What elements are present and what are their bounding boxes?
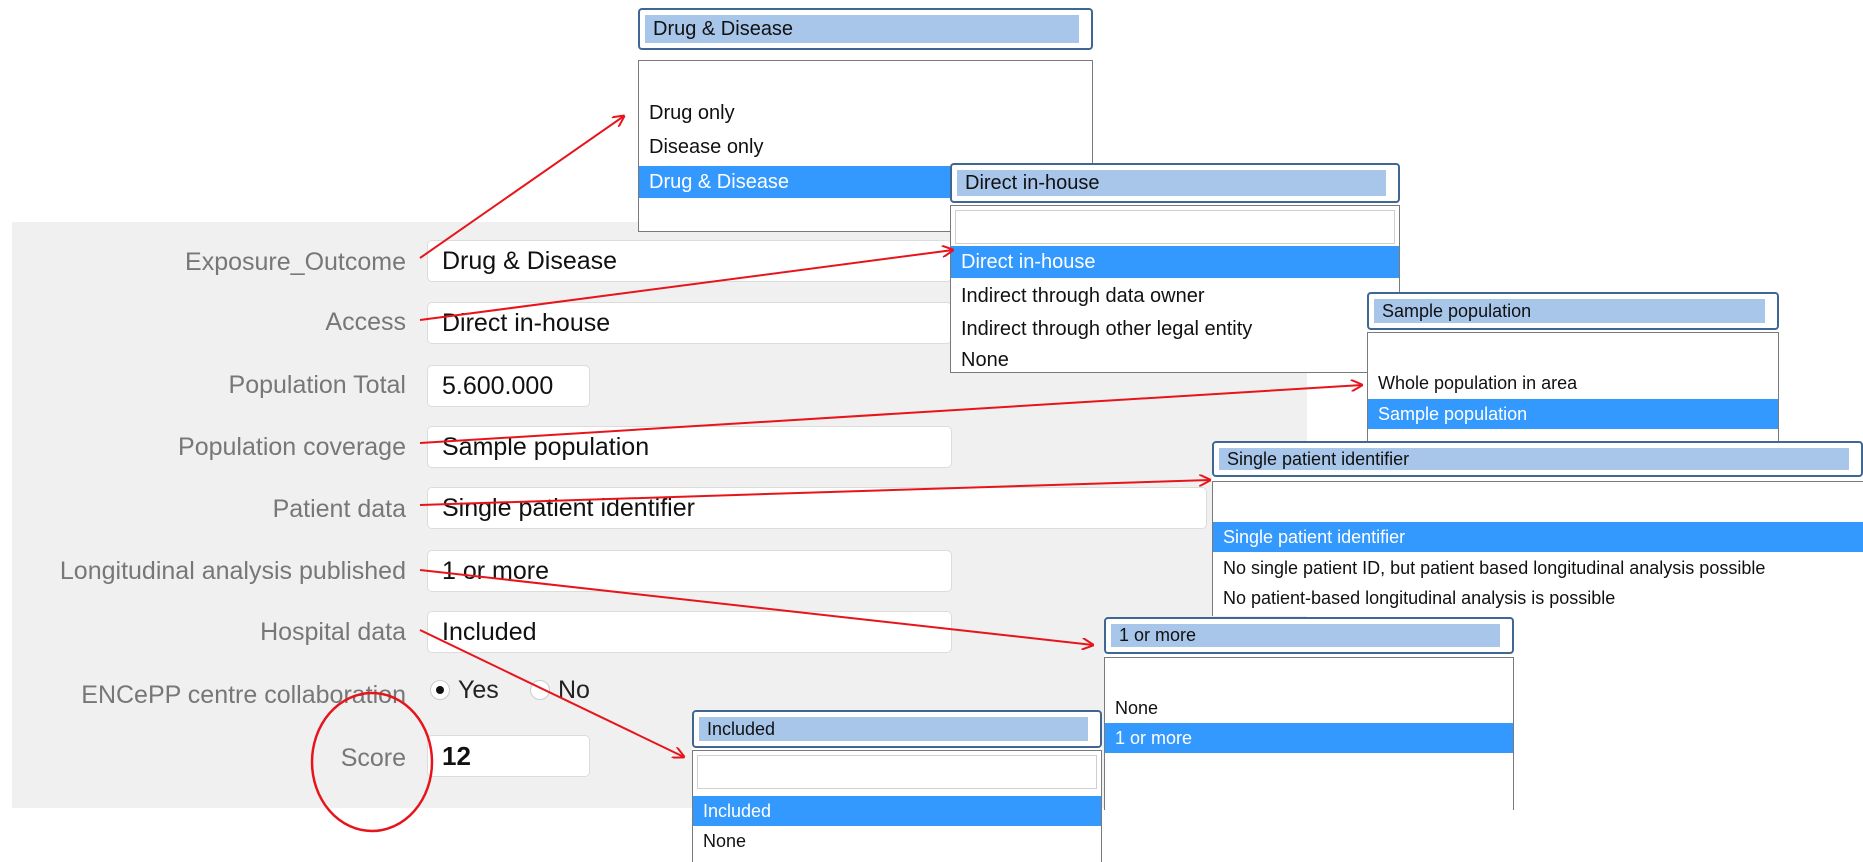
encepp-yes-radio[interactable]: Yes bbox=[430, 675, 499, 705]
option-none[interactable]: None bbox=[951, 346, 1399, 374]
blank-option bbox=[955, 210, 1395, 244]
access-select[interactable]: Direct in-house bbox=[427, 302, 952, 344]
option-direct-in-house[interactable]: Direct in-house bbox=[951, 246, 1399, 278]
access-dropdown: Direct in-house Direct in-house Indirect… bbox=[950, 163, 1400, 373]
score-label: Score bbox=[340, 744, 406, 772]
hospital-dropdown-header: Included bbox=[699, 717, 1088, 741]
patient-data-label: Patient data bbox=[272, 495, 406, 523]
hospital-dropdown: Included Included None bbox=[692, 710, 1102, 862]
hospital-data-select[interactable]: Included bbox=[427, 611, 952, 653]
population-coverage-label: Population coverage bbox=[178, 433, 406, 461]
score-value: 12 bbox=[427, 735, 590, 777]
encepp-no-radio[interactable]: No bbox=[530, 675, 590, 705]
option-no-single-id-longitudinal[interactable]: No single patient ID, but patient based … bbox=[1213, 553, 1863, 583]
patient-dropdown-header: Single patient identifier bbox=[1219, 448, 1849, 470]
hospital-data-label: Hospital data bbox=[260, 618, 406, 646]
encepp-collaboration-label: ENCePP centre collaboration bbox=[81, 681, 406, 709]
longitudinal-options-list: None 1 or more bbox=[1104, 657, 1514, 810]
radio-selected-icon bbox=[430, 680, 450, 700]
access-dropdown-header: Direct in-house bbox=[957, 170, 1386, 196]
hospital-options-list: Included None bbox=[692, 750, 1102, 862]
option-disease-only[interactable]: Disease only bbox=[639, 131, 1092, 163]
access-options-list: Direct in-house Indirect through data ow… bbox=[950, 205, 1400, 373]
longitudinal-analysis-select[interactable]: 1 or more bbox=[427, 550, 952, 592]
longitudinal-dropdown-header: 1 or more bbox=[1111, 624, 1500, 647]
population-total-label: Population Total bbox=[228, 371, 406, 399]
option-indirect-data-owner[interactable]: Indirect through data owner bbox=[951, 280, 1399, 312]
patient-options-list: Single patient identifier No single pati… bbox=[1212, 481, 1863, 616]
access-label: Access bbox=[325, 308, 406, 336]
option-no-longitudinal[interactable]: No patient-based longitudinal analysis i… bbox=[1213, 583, 1863, 613]
population-options-list: Whole population in area Sample populati… bbox=[1367, 332, 1779, 442]
option-included[interactable]: Included bbox=[693, 796, 1101, 826]
patient-data-dropdown: Single patient identifier Single patient… bbox=[1212, 441, 1863, 616]
option-sample-population[interactable]: Sample population bbox=[1368, 399, 1778, 429]
encepp-no-label: No bbox=[558, 676, 590, 704]
blank-option bbox=[697, 755, 1097, 789]
option-drug-only[interactable]: Drug only bbox=[639, 97, 1092, 129]
radio-unselected-icon bbox=[530, 680, 550, 700]
longitudinal-analysis-label: Longitudinal analysis published bbox=[59, 557, 406, 585]
longitudinal-dropdown: 1 or more None 1 or more bbox=[1104, 617, 1514, 810]
option-none[interactable]: None bbox=[1105, 693, 1513, 723]
encepp-yes-label: Yes bbox=[458, 676, 499, 704]
population-dropdown-header: Sample population bbox=[1374, 299, 1765, 323]
exposure-dropdown-header: Drug & Disease bbox=[645, 15, 1079, 43]
option-indirect-legal-entity[interactable]: Indirect through other legal entity bbox=[951, 313, 1399, 345]
exposure-outcome-select[interactable]: Drug & Disease bbox=[427, 240, 952, 282]
option-single-patient-identifier[interactable]: Single patient identifier bbox=[1213, 522, 1863, 552]
exposure-outcome-label: Exposure_Outcome bbox=[185, 248, 406, 276]
option-none[interactable]: None bbox=[693, 826, 1101, 856]
patient-data-select[interactable]: Single patient identifier bbox=[427, 487, 1207, 529]
population-coverage-select[interactable]: Sample population bbox=[427, 426, 952, 468]
population-coverage-dropdown: Sample population Whole population in ar… bbox=[1367, 292, 1779, 442]
population-total-input[interactable]: 5.600.000 bbox=[427, 365, 590, 407]
option-whole-population[interactable]: Whole population in area bbox=[1368, 368, 1778, 398]
option-1-or-more[interactable]: 1 or more bbox=[1105, 723, 1513, 753]
